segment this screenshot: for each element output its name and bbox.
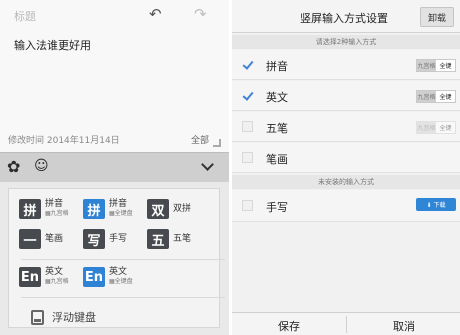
ime-tile: 写 bbox=[83, 229, 105, 249]
ime-panel: 拼 拼音 ▦九宫格 拼 拼音 ▦全键盘 双 双拼 一 笔画 写 手写 五 五笔 … bbox=[0, 182, 229, 335]
footer-divider bbox=[346, 316, 347, 333]
settings-row-wubi[interactable]: 五笔 九宫格 全键 bbox=[232, 112, 460, 142]
checkbox-checked[interactable] bbox=[242, 59, 253, 70]
row-label: 手写 bbox=[266, 201, 288, 214]
ime-name: 手写 bbox=[109, 233, 128, 244]
ime-tile: 双 bbox=[147, 199, 169, 219]
note-editor: 标题 ↶ ↷ 输入法谁更好用 修改时间 2014年11月14日 全部 ✿ ☺ 拼… bbox=[0, 0, 229, 335]
keyboard-toolbar: ✿ ☺ bbox=[0, 152, 229, 182]
ime-name: 拼音 bbox=[109, 199, 128, 209]
settings-header: 竖屏输入方式设置 卸载 bbox=[232, 0, 460, 33]
divider bbox=[21, 297, 225, 298]
ime-tile: 拼 bbox=[19, 199, 41, 219]
scope-label[interactable]: 全部 bbox=[191, 133, 209, 146]
emoji-icon[interactable]: ☺ bbox=[34, 158, 49, 174]
ime-name: 拼音 bbox=[45, 199, 64, 209]
divider bbox=[21, 259, 225, 260]
ime-name: 英文 bbox=[109, 267, 128, 277]
floating-keyboard-button[interactable]: 浮动键盘 bbox=[31, 309, 96, 325]
uninstall-button[interactable]: 卸载 bbox=[420, 7, 454, 27]
seg-9key: 九宫格 bbox=[417, 122, 436, 133]
chevron-down-icon[interactable] bbox=[201, 158, 214, 171]
ime-sub: ▦全键盘 bbox=[109, 210, 133, 217]
ime-item-shuangpin[interactable]: 双 双拼 bbox=[147, 199, 191, 219]
checkbox-unchecked[interactable] bbox=[242, 152, 253, 163]
editor-topbar: 标题 ↶ ↷ bbox=[0, 0, 229, 30]
row-label: 笔画 bbox=[266, 153, 288, 166]
settings-row-pinyin[interactable]: 拼音 九宫格 全键 bbox=[232, 50, 460, 80]
checkbox-disabled bbox=[242, 200, 253, 211]
app-screen: 标题 ↶ ↷ 输入法谁更好用 修改时间 2014年11月14日 全部 ✿ ☺ 拼… bbox=[0, 0, 460, 335]
undo-icon[interactable]: ↶ bbox=[149, 5, 162, 23]
cancel-button[interactable]: 取消 bbox=[393, 318, 415, 334]
save-button[interactable]: 保存 bbox=[278, 318, 300, 334]
section-header-installed: 请选择2种输入方式 bbox=[232, 35, 460, 49]
seg-9key[interactable]: 九宫格 bbox=[417, 60, 436, 71]
ime-item-bihua[interactable]: 一 笔画 bbox=[19, 229, 63, 249]
ime-settings: 竖屏输入方式设置 卸载 请选择2种输入方式 拼音 九宫格 全键 英文 九宫格 全… bbox=[232, 0, 460, 335]
ime-tile: 五 bbox=[147, 229, 169, 249]
ime-name: 英文 bbox=[45, 267, 64, 277]
ime-item-english-full[interactable]: En 英文 ▦全键盘 bbox=[83, 267, 133, 287]
ime-tile: 一 bbox=[19, 229, 41, 249]
ime-tile: En bbox=[19, 267, 41, 287]
ime-sub: ▦九宫格 bbox=[45, 278, 69, 285]
redo-icon[interactable]: ↷ bbox=[194, 5, 207, 23]
settings-row-handwriting: 手写 ⬇ 下载 bbox=[232, 190, 460, 222]
layout-toggle[interactable]: 九宫格 全键 bbox=[416, 59, 456, 72]
modified-time: 修改时间 2014年11月14日 bbox=[8, 136, 120, 146]
settings-row-bihua[interactable]: 笔画 bbox=[232, 143, 460, 173]
title-input[interactable]: 标题 bbox=[14, 8, 36, 24]
ime-name: 双拼 bbox=[173, 203, 192, 214]
ime-name: 五笔 bbox=[173, 233, 192, 244]
ime-panel-box: 拼 拼音 ▦九宫格 拼 拼音 ▦全键盘 双 双拼 一 笔画 写 手写 五 五笔 … bbox=[8, 188, 225, 328]
ime-tile: En bbox=[83, 267, 105, 287]
checkbox-unchecked[interactable] bbox=[242, 121, 253, 132]
row-label: 拼音 bbox=[266, 60, 288, 73]
seg-full[interactable]: 全键 bbox=[436, 91, 455, 102]
layout-toggle: 九宫格 全键 bbox=[416, 121, 456, 134]
note-content[interactable]: 输入法谁更好用 bbox=[14, 37, 91, 53]
ime-sub: ▦全键盘 bbox=[109, 278, 133, 285]
floating-keyboard-label: 浮动键盘 bbox=[52, 311, 96, 324]
seg-full[interactable]: 全键 bbox=[436, 60, 455, 71]
ime-sub: ▦九宫格 bbox=[45, 210, 69, 217]
settings-row-english[interactable]: 英文 九宫格 全键 bbox=[232, 81, 460, 111]
ime-item-english-9key[interactable]: En 英文 ▦九宫格 bbox=[19, 267, 69, 287]
gear-icon[interactable]: ✿ bbox=[7, 157, 20, 176]
ime-item-handwriting[interactable]: 写 手写 bbox=[83, 229, 127, 249]
download-button[interactable]: ⬇ 下载 bbox=[416, 198, 456, 211]
seg-full: 全键 bbox=[436, 122, 455, 133]
ime-tile: 拼 bbox=[83, 199, 105, 219]
ime-item-wubi[interactable]: 五 五笔 bbox=[147, 229, 191, 249]
ime-item-pinyin-full[interactable]: 拼 拼音 ▦全键盘 bbox=[83, 199, 133, 219]
ime-item-pinyin-9key[interactable]: 拼 拼音 ▦九宫格 bbox=[19, 199, 69, 219]
section-header-not-installed: 未安装的输入方式 bbox=[232, 175, 460, 189]
row-label: 英文 bbox=[266, 91, 288, 104]
checkbox-checked[interactable] bbox=[242, 90, 253, 101]
row-label: 五笔 bbox=[266, 122, 288, 135]
settings-footer: 保存 取消 bbox=[232, 312, 460, 335]
seg-9key[interactable]: 九宫格 bbox=[417, 91, 436, 102]
layout-toggle[interactable]: 九宫格 全键 bbox=[416, 90, 456, 103]
ime-name: 笔画 bbox=[45, 233, 64, 244]
resize-handle-icon[interactable] bbox=[213, 139, 221, 147]
page-title: 竖屏输入方式设置 bbox=[300, 12, 388, 25]
keyboard-icon bbox=[31, 309, 44, 325]
